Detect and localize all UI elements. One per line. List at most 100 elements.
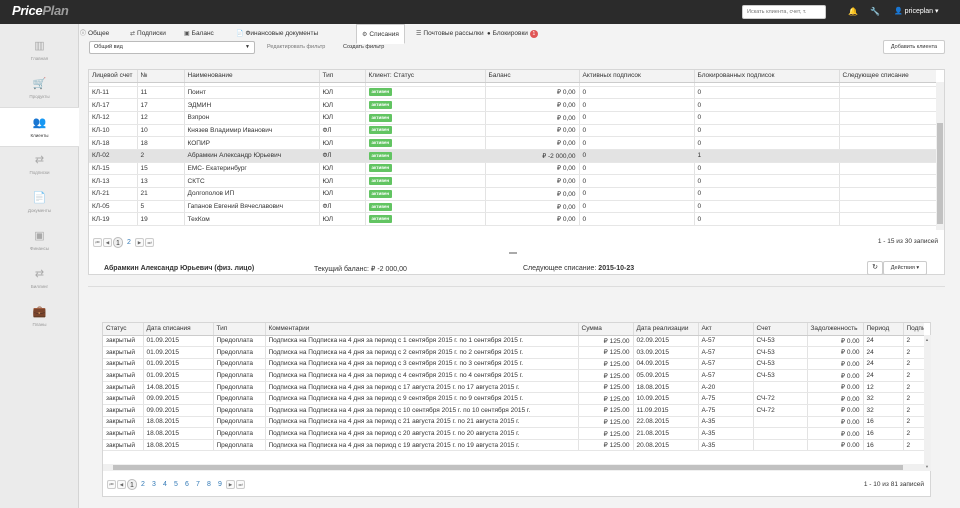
table-row[interactable]: КЛ-05 5 Гапанов Евгений Вячеславович ФЛ акти… — [89, 200, 936, 214]
table-row[interactable]: закрытый 01.09.2015 Предоплата Подписка на … — [103, 358, 924, 371]
pager-first-button[interactable]: ⏮ — [93, 238, 102, 247]
table-cell: закрытый — [103, 416, 144, 429]
tab-6[interactable]: ● Блокировки 1 — [487, 24, 538, 44]
pager-next-button[interactable]: ▶ — [135, 238, 144, 247]
column-header[interactable]: Сумма — [578, 323, 634, 336]
table-row[interactable]: закрытый 01.09.2015 Предоплата Подписка на … — [103, 369, 924, 382]
column-header[interactable]: Счет — [753, 323, 808, 336]
tab-1[interactable]: ⇄ Подписки — [130, 24, 166, 44]
table-row[interactable]: закрытый 09.09.2015 Предоплата Подписка на … — [103, 404, 924, 417]
sidebar-item-1[interactable]: 🛒 Продукты — [0, 69, 79, 109]
column-header[interactable]: Тип — [319, 70, 366, 83]
column-header[interactable]: Блокированных подписок — [694, 70, 840, 83]
table-row[interactable]: КЛ-17 17 ЭДМИН ЮЛ активен ₽ 0,00 0 0 — [89, 98, 936, 112]
table-row[interactable]: закрытый 09.09.2015 Предоплата Подписка на … — [103, 392, 924, 406]
tab-3[interactable]: 📄 Финансовые документы — [236, 24, 318, 44]
sidebar-item-4[interactable]: 📄 Документы — [0, 183, 79, 223]
column-header[interactable]: Период — [863, 323, 904, 336]
charges-hscrollbar[interactable] — [103, 464, 924, 471]
tab-4[interactable]: ⚙ Списания — [356, 24, 405, 44]
page-link[interactable]: 2 — [138, 479, 148, 490]
charges-scrollbar[interactable]: ▲ ▼ — [924, 335, 931, 471]
table-row[interactable]: закрытый 01.09.2015 Предоплата Подписка на … — [103, 346, 924, 359]
column-header[interactable]: Статус — [103, 323, 144, 336]
tab-5[interactable]: ☰ Почтовые рассылки — [416, 24, 484, 44]
column-header[interactable]: Лицевой счет — [89, 70, 138, 83]
sidebar-item-7[interactable]: 💼 Планы — [0, 297, 79, 337]
column-header[interactable]: Подпи — [903, 323, 924, 336]
tab-2[interactable]: ▣ Баланс — [184, 24, 214, 44]
tab-0[interactable]: ⓘ Общее — [80, 24, 109, 44]
table-row[interactable]: КЛ-18 18 КОПИР ЮЛ активен ₽ 0,00 0 0 — [89, 136, 936, 150]
page-link[interactable]: 1 — [113, 237, 123, 248]
column-header[interactable]: Дата списания — [143, 323, 214, 336]
table-row[interactable]: КЛ-11 11 Поинт ЮЛ активен ₽ 0,00 0 0 — [89, 86, 936, 100]
page-link[interactable]: 5 — [171, 479, 181, 490]
table-row[interactable]: КЛ-12 12 Взпрон ЮЛ активен ₽ 0,00 0 0 — [89, 111, 936, 125]
table-cell: ЮЛ — [319, 187, 366, 201]
table-row[interactable]: КЛ-02 2 Абрамкин Александр Юрьевич ФЛ активе… — [89, 149, 936, 163]
resize-handle[interactable] — [509, 252, 517, 254]
column-header[interactable]: Задолженность — [807, 323, 864, 336]
column-header[interactable]: № — [137, 70, 185, 83]
briefcase-icon: 💼 — [32, 306, 47, 318]
clients-scroll-thumb[interactable] — [937, 123, 943, 224]
actions-button[interactable]: Действия ▾ — [883, 261, 927, 275]
view-select[interactable]: Общий вид ▼ — [89, 41, 255, 54]
edit-filter-link[interactable]: Редактировать фильтр — [267, 44, 325, 50]
page-link[interactable]: 8 — [204, 479, 214, 490]
page-link[interactable]: 4 — [160, 479, 170, 490]
table-row[interactable]: КЛ-19 19 ТехКом ЮЛ активен ₽ 0,00 0 0 — [89, 212, 936, 227]
table-row[interactable]: закрытый 01.09.2015 Предоплата Подписка на … — [103, 335, 924, 348]
charges-hscroll-thumb[interactable] — [113, 465, 903, 470]
sidebar-item-0[interactable]: ▥ Главная — [0, 31, 79, 71]
charges-table-wrap: Статус Дата списания Тип Комментарии Сумма Да… — [103, 323, 924, 471]
column-header[interactable]: Активных подписок — [579, 70, 695, 83]
add-client-button[interactable]: Добавить клиента — [883, 40, 945, 54]
table-row[interactable]: КЛ-13 13 СКТС ЮЛ активен ₽ 0,00 0 0 — [89, 174, 936, 188]
page-link[interactable]: 9 — [215, 479, 225, 490]
column-header[interactable]: Акт — [698, 323, 754, 336]
column-header[interactable]: Комментарии — [265, 323, 579, 336]
table-row[interactable]: закрытый 18.08.2015 Предоплата Подписка на … — [103, 439, 924, 452]
page-link[interactable]: 2 — [124, 237, 134, 248]
pager-next-button[interactable]: ▶ — [226, 480, 235, 489]
refresh-icon: ⇄ — [130, 31, 136, 37]
clients-scrollbar[interactable] — [936, 82, 944, 230]
sidebar-item-3[interactable]: ⇄ Подписки — [0, 145, 79, 185]
sidebar-item-2[interactable]: 👥 Клиенты — [0, 107, 79, 147]
status-badge: активен — [368, 139, 393, 148]
table-row[interactable]: КЛ-21 21 Долгополов ИП ЮЛ активен ₽ 0,00 0 0 — [89, 187, 936, 201]
page-link[interactable]: 7 — [193, 479, 203, 490]
table-row[interactable]: КЛ-10 10 Князев Владимир Иванович ФЛ активен… — [89, 124, 936, 138]
column-header[interactable]: Дата реализации — [633, 323, 699, 336]
bell-icon[interactable]: 🔔 — [848, 6, 858, 17]
page-link[interactable]: 6 — [182, 479, 192, 490]
table-row[interactable]: закрытый 14.08.2015 Предоплата Подписка на … — [103, 381, 924, 394]
wrench-icon[interactable]: 🔧 — [870, 6, 880, 17]
column-header[interactable]: Следующее списание — [839, 70, 936, 83]
table-cell — [839, 187, 936, 201]
pager-last-button[interactable]: ⏭ — [145, 238, 154, 247]
table-row[interactable]: закрытый 18.08.2015 Предоплата Подписка на … — [103, 427, 924, 440]
app-logo[interactable]: PricePlan — [12, 3, 69, 18]
table-cell: 0 — [694, 98, 840, 112]
column-header[interactable]: Клиент: Статус — [365, 70, 486, 83]
sidebar-item-5[interactable]: ▣ Финансы — [0, 221, 79, 261]
column-header[interactable]: Тип — [213, 323, 266, 336]
sidebar-item-label: Продукты — [29, 94, 50, 99]
table-row[interactable]: закрытый 18.08.2015 Предоплата Подписка на … — [103, 416, 924, 429]
page-link[interactable]: 3 — [149, 479, 159, 490]
column-header[interactable]: Баланс — [485, 70, 580, 83]
search-input[interactable] — [742, 5, 826, 19]
page-link[interactable]: 1 — [127, 479, 137, 490]
pager-prev-button[interactable]: ◀ — [117, 480, 126, 489]
table-row[interactable]: КЛ-15 15 ЕМС- Екатеринбург ЮЛ активен ₽ 0,00 0… — [89, 162, 936, 176]
refresh-button[interactable]: ↻ — [867, 261, 883, 275]
pager-last-button[interactable]: ⏭ — [236, 480, 245, 489]
sidebar-item-6[interactable]: ⇄ Биллинг — [0, 259, 79, 299]
pager-prev-button[interactable]: ◀ — [103, 238, 112, 247]
pager-first-button[interactable]: ⏮ — [107, 480, 116, 489]
user-menu[interactable]: 👤 priceplan ▾ — [894, 7, 939, 15]
column-header[interactable]: Наименование — [184, 70, 320, 83]
